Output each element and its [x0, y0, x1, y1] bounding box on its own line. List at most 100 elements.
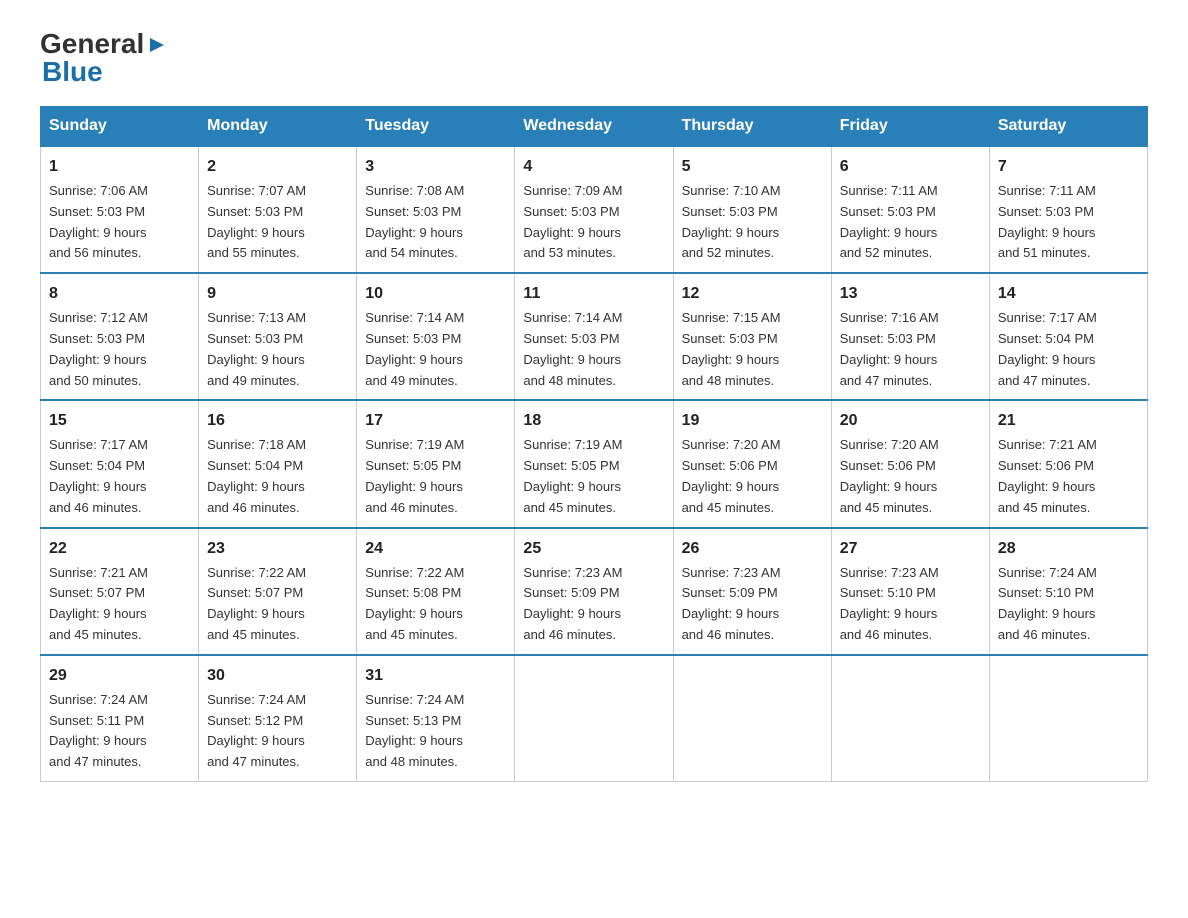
day-number: 19 [682, 409, 823, 433]
calendar-cell: 9 Sunrise: 7:13 AMSunset: 5:03 PMDaylight… [199, 273, 357, 400]
day-number: 20 [840, 409, 981, 433]
day-number: 14 [998, 282, 1139, 306]
calendar-cell: 2Sunrise: 7:07 AMSunset: 5:03 PMDaylight… [199, 146, 357, 273]
calendar-cell: 28Sunrise: 7:24 AMSunset: 5:10 PMDayligh… [989, 528, 1147, 655]
calendar-cell: 12 Sunrise: 7:15 AMSunset: 5:03 PMDayligh… [673, 273, 831, 400]
calendar-cell: 17 Sunrise: 7:19 AMSunset: 5:05 PMDayligh… [357, 400, 515, 527]
day-number: 22 [49, 537, 190, 561]
calendar-cell: 11 Sunrise: 7:14 AMSunset: 5:03 PMDayligh… [515, 273, 673, 400]
calendar-cell: 15 Sunrise: 7:17 AMSunset: 5:04 PMDayligh… [41, 400, 199, 527]
day-info: Sunrise: 7:09 AMSunset: 5:03 PMDaylight:… [523, 183, 622, 260]
calendar-cell: 18 Sunrise: 7:19 AMSunset: 5:05 PMDayligh… [515, 400, 673, 527]
logo-arrow-icon [146, 34, 168, 56]
day-info: Sunrise: 7:24 AMSunset: 5:12 PMDaylight:… [207, 692, 306, 769]
day-number: 8 [49, 282, 190, 306]
calendar-week-row: 8 Sunrise: 7:12 AMSunset: 5:03 PMDaylight… [41, 273, 1148, 400]
weekday-header-tuesday: Tuesday [357, 107, 515, 147]
weekday-header-thursday: Thursday [673, 107, 831, 147]
day-info: Sunrise: 7:15 AMSunset: 5:03 PMDaylight:… [682, 310, 781, 387]
calendar-cell: 14Sunrise: 7:17 AMSunset: 5:04 PMDayligh… [989, 273, 1147, 400]
calendar-cell: 31 Sunrise: 7:24 AMSunset: 5:13 PMDayligh… [357, 655, 515, 782]
day-info: Sunrise: 7:14 AMSunset: 5:03 PMDaylight:… [365, 310, 464, 387]
day-info: Sunrise: 7:08 AMSunset: 5:03 PMDaylight:… [365, 183, 464, 260]
day-info: Sunrise: 7:24 AMSunset: 5:13 PMDaylight:… [365, 692, 464, 769]
calendar-cell: 21 Sunrise: 7:21 AMSunset: 5:06 PMDayligh… [989, 400, 1147, 527]
day-number: 28 [998, 537, 1139, 561]
day-info: Sunrise: 7:20 AMSunset: 5:06 PMDaylight:… [840, 437, 939, 514]
calendar-cell: 30 Sunrise: 7:24 AMSunset: 5:12 PMDayligh… [199, 655, 357, 782]
day-number: 12 [682, 282, 823, 306]
calendar-cell: 24 Sunrise: 7:22 AMSunset: 5:08 PMDayligh… [357, 528, 515, 655]
calendar-cell: 10 Sunrise: 7:14 AMSunset: 5:03 PMDayligh… [357, 273, 515, 400]
day-number: 10 [365, 282, 506, 306]
calendar-cell: 5 Sunrise: 7:10 AMSunset: 5:03 PMDaylight… [673, 146, 831, 273]
day-info: Sunrise: 7:19 AMSunset: 5:05 PMDaylight:… [523, 437, 622, 514]
calendar-week-row: 1 Sunrise: 7:06 AMSunset: 5:03 PMDaylight… [41, 146, 1148, 273]
day-number: 24 [365, 537, 506, 561]
day-number: 4 [523, 155, 664, 179]
day-number: 16 [207, 409, 348, 433]
day-info: Sunrise: 7:06 AMSunset: 5:03 PMDaylight:… [49, 183, 148, 260]
day-number: 25 [523, 537, 664, 561]
calendar-cell [989, 655, 1147, 782]
weekday-header-saturday: Saturday [989, 107, 1147, 147]
calendar-cell: 6Sunrise: 7:11 AMSunset: 5:03 PMDaylight… [831, 146, 989, 273]
weekday-header-friday: Friday [831, 107, 989, 147]
calendar-cell: 3Sunrise: 7:08 AMSunset: 5:03 PMDaylight… [357, 146, 515, 273]
calendar-cell: 22 Sunrise: 7:21 AMSunset: 5:07 PMDayligh… [41, 528, 199, 655]
day-number: 23 [207, 537, 348, 561]
calendar-cell: 16 Sunrise: 7:18 AMSunset: 5:04 PMDayligh… [199, 400, 357, 527]
day-info: Sunrise: 7:24 AMSunset: 5:11 PMDaylight:… [49, 692, 148, 769]
day-number: 15 [49, 409, 190, 433]
day-number: 21 [998, 409, 1139, 433]
day-number: 1 [49, 155, 190, 179]
day-number: 7 [998, 155, 1139, 179]
day-number: 5 [682, 155, 823, 179]
logo-general: General [40, 30, 144, 58]
day-info: Sunrise: 7:12 AMSunset: 5:03 PMDaylight:… [49, 310, 148, 387]
day-info: Sunrise: 7:19 AMSunset: 5:05 PMDaylight:… [365, 437, 464, 514]
day-number: 17 [365, 409, 506, 433]
day-info: Sunrise: 7:21 AMSunset: 5:06 PMDaylight:… [998, 437, 1097, 514]
day-info: Sunrise: 7:13 AMSunset: 5:03 PMDaylight:… [207, 310, 306, 387]
day-info: Sunrise: 7:23 AMSunset: 5:09 PMDaylight:… [523, 565, 622, 642]
calendar-week-row: 22 Sunrise: 7:21 AMSunset: 5:07 PMDayligh… [41, 528, 1148, 655]
calendar-cell: 1 Sunrise: 7:06 AMSunset: 5:03 PMDaylight… [41, 146, 199, 273]
day-info: Sunrise: 7:10 AMSunset: 5:03 PMDaylight:… [682, 183, 781, 260]
day-info: Sunrise: 7:14 AMSunset: 5:03 PMDaylight:… [523, 310, 622, 387]
day-info: Sunrise: 7:20 AMSunset: 5:06 PMDaylight:… [682, 437, 781, 514]
logo: General Blue [40, 30, 168, 86]
day-info: Sunrise: 7:17 AMSunset: 5:04 PMDaylight:… [49, 437, 148, 514]
calendar-cell [515, 655, 673, 782]
day-info: Sunrise: 7:23 AMSunset: 5:10 PMDaylight:… [840, 565, 939, 642]
day-number: 31 [365, 664, 506, 688]
day-number: 18 [523, 409, 664, 433]
day-number: 27 [840, 537, 981, 561]
day-info: Sunrise: 7:22 AMSunset: 5:08 PMDaylight:… [365, 565, 464, 642]
calendar-cell: 7Sunrise: 7:11 AMSunset: 5:03 PMDaylight… [989, 146, 1147, 273]
day-info: Sunrise: 7:23 AMSunset: 5:09 PMDaylight:… [682, 565, 781, 642]
calendar-cell: 26 Sunrise: 7:23 AMSunset: 5:09 PMDayligh… [673, 528, 831, 655]
day-number: 26 [682, 537, 823, 561]
day-number: 30 [207, 664, 348, 688]
weekday-header-sunday: Sunday [41, 107, 199, 147]
calendar-cell [831, 655, 989, 782]
day-info: Sunrise: 7:21 AMSunset: 5:07 PMDaylight:… [49, 565, 148, 642]
weekday-header-wednesday: Wednesday [515, 107, 673, 147]
day-info: Sunrise: 7:16 AMSunset: 5:03 PMDaylight:… [840, 310, 939, 387]
day-info: Sunrise: 7:11 AMSunset: 5:03 PMDaylight:… [840, 183, 938, 260]
day-number: 2 [207, 155, 348, 179]
calendar-cell: 19 Sunrise: 7:20 AMSunset: 5:06 PMDayligh… [673, 400, 831, 527]
day-info: Sunrise: 7:18 AMSunset: 5:04 PMDaylight:… [207, 437, 306, 514]
calendar-week-row: 15 Sunrise: 7:17 AMSunset: 5:04 PMDayligh… [41, 400, 1148, 527]
calendar-cell: 23 Sunrise: 7:22 AMSunset: 5:07 PMDayligh… [199, 528, 357, 655]
day-number: 9 [207, 282, 348, 306]
day-info: Sunrise: 7:22 AMSunset: 5:07 PMDaylight:… [207, 565, 306, 642]
calendar-cell: 25 Sunrise: 7:23 AMSunset: 5:09 PMDayligh… [515, 528, 673, 655]
day-number: 11 [523, 282, 664, 306]
calendar-week-row: 29Sunrise: 7:24 AMSunset: 5:11 PMDayligh… [41, 655, 1148, 782]
calendar-cell: 29Sunrise: 7:24 AMSunset: 5:11 PMDayligh… [41, 655, 199, 782]
calendar-cell: 8 Sunrise: 7:12 AMSunset: 5:03 PMDaylight… [41, 273, 199, 400]
calendar-table: SundayMondayTuesdayWednesdayThursdayFrid… [40, 106, 1148, 782]
day-number: 13 [840, 282, 981, 306]
